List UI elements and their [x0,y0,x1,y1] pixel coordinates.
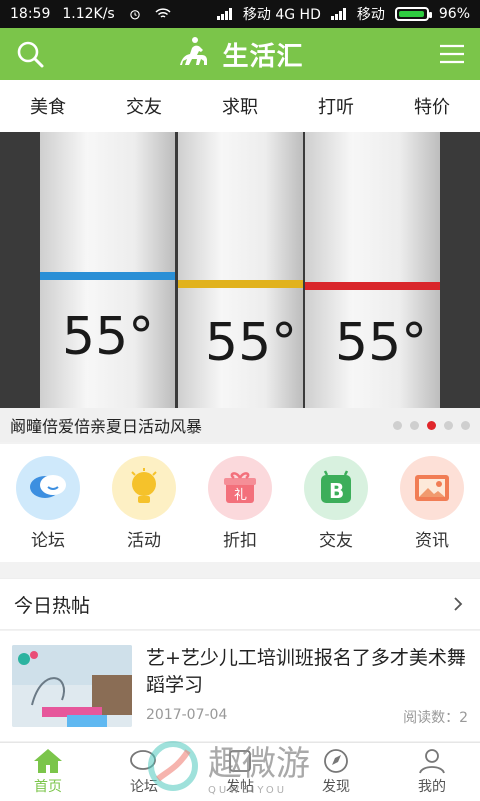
hot-posts-header[interactable]: 今日热帖 [0,578,480,630]
banner-carousel[interactable]: 55° 55° 55° 阚疃倍爱倍亲夏日活动风暴 [0,132,480,442]
tube-label-1: 55° [62,307,154,367]
carousel-dot[interactable] [461,420,470,430]
list-item[interactable]: 艺+艺少儿工培训班报名了多才美术舞蹈学习 2017-07-04 阅读数：2 [0,631,480,741]
chat-bubble-icon [16,456,80,520]
feature-grid: 论坛 活动 礼 折扣 B 交友 资讯 [0,444,480,562]
battery-percent: 96% [438,6,470,22]
post-thumbnail [12,645,132,727]
section-title: 今日热帖 [14,594,91,617]
feature-label: 资讯 [415,531,449,551]
carrier-1: 移动 4G HD [242,7,321,23]
carousel-dot[interactable] [393,420,402,430]
feature-label: 交友 [319,531,353,551]
forum-icon [130,750,156,770]
nav-post[interactable]: 发帖 [205,748,275,796]
home-icon [34,749,62,773]
tab-deals[interactable]: 特价 [414,93,450,119]
nav-label: 发帖 [226,779,254,795]
category-tabs: 美食 交友 求职 打听 特价 [0,80,480,132]
carousel-dot[interactable] [427,420,436,430]
nav-label: 我的 [418,779,446,795]
nav-label: 发现 [322,779,350,795]
nav-label: 首页 [34,779,62,795]
nav-discover[interactable]: 发现 [301,748,371,796]
friend-b-icon: B [304,456,368,520]
nav-forum[interactable]: 论坛 [109,748,179,796]
bottom-nav: 首页 论坛 发帖 发现 我的 [0,742,480,801]
svg-text:礼: 礼 [234,487,247,503]
horse-rider-icon [180,37,208,65]
feature-label: 折扣 [223,531,257,551]
tab-inquiry[interactable]: 打听 [318,93,354,119]
nav-home[interactable]: 首页 [13,748,83,796]
tube-label-3: 55° [335,313,427,373]
status-bar: 18:59 1.12K/s 移动 4G HD 移动 96% [0,0,480,28]
chevron-right-icon [454,597,463,611]
network-speed: 1.12K/s [62,6,115,22]
banner-caption-bar: 阚疃倍爱倍亲夏日活动风暴 [0,408,480,442]
signal-icon [330,8,346,20]
app-header: 生活汇 [0,28,480,80]
wifi-icon [155,8,171,18]
alarm-icon [130,10,140,20]
brand: 生活汇 [176,35,303,73]
nav-label: 论坛 [130,779,158,795]
post-title: 艺+艺少儿工培训班报名了多才美术舞蹈学习 [146,647,466,696]
app-title: 生活汇 [222,41,304,72]
banner-caption: 阚疃倍爱倍亲夏日活动风暴 [10,417,203,436]
feature-label: 活动 [127,531,161,551]
tab-friends[interactable]: 交友 [126,93,162,119]
battery-icon [394,7,432,21]
carousel-dot[interactable] [410,420,419,430]
signal-icon [216,8,232,20]
feature-friends[interactable]: B 交友 [296,456,376,551]
menu-icon[interactable] [436,38,468,70]
profile-icon [419,749,445,774]
post-date: 2017-07-04 [146,707,228,723]
ring-red [305,282,440,290]
feature-news[interactable]: 资讯 [392,456,472,551]
tube-label-2: 55° [205,313,297,373]
tab-food[interactable]: 美食 [30,93,66,119]
lightbulb-icon [112,456,176,520]
svg-text:B: B [329,479,344,503]
feature-forum[interactable]: 论坛 [8,456,88,551]
carousel-dot[interactable] [444,420,453,430]
gift-icon: 礼 [208,456,272,520]
feature-activity[interactable]: 活动 [104,456,184,551]
feature-label: 论坛 [31,531,65,551]
carousel-dots [393,420,470,430]
clock: 18:59 [10,6,51,22]
ring-yellow [178,280,303,288]
discover-icon [324,749,348,773]
nav-profile[interactable]: 我的 [397,748,467,796]
carrier-2: 移动 [356,7,385,23]
picture-icon [400,456,464,520]
banner-image: 55° 55° 55° [0,132,480,408]
ring-blue [40,272,175,280]
tab-jobs[interactable]: 求职 [222,93,258,119]
search-icon[interactable] [14,38,46,70]
feature-discount[interactable]: 礼 折扣 [200,456,280,551]
post-icon [229,750,251,772]
read-count: 阅读数：2 [403,710,468,726]
